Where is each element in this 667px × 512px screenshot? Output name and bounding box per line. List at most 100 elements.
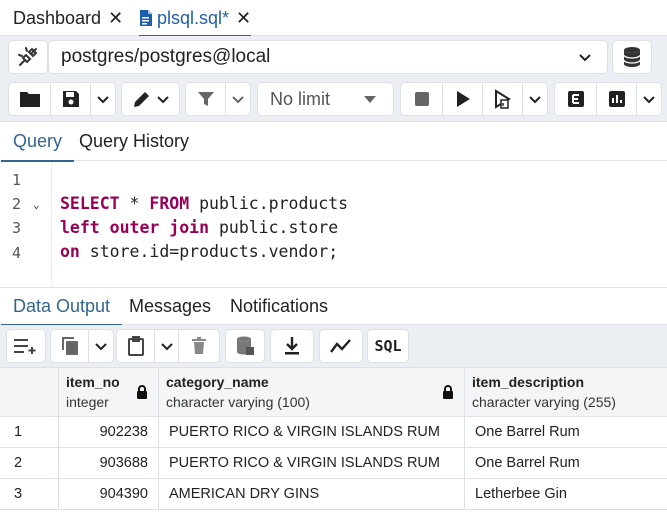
sql-keyword: FROM — [149, 194, 190, 213]
copy-button[interactable] — [51, 330, 89, 362]
tab-plsql[interactable]: plsql.sql* ✕ — [139, 0, 252, 37]
row-number[interactable]: 1 — [0, 417, 59, 448]
lock-icon — [137, 385, 147, 399]
chevron-down-icon — [97, 96, 109, 104]
tab-dashboard[interactable]: Dashboard ✕ — [13, 0, 123, 36]
tab-data-output[interactable]: Data Output — [1, 288, 123, 326]
play-icon — [456, 91, 470, 107]
line-chart-icon — [330, 339, 351, 353]
tab-data-output-label: Data Output — [13, 296, 111, 316]
chevron-down-icon — [95, 343, 107, 351]
trash-icon — [192, 337, 206, 354]
execute-options-dropdown[interactable] — [523, 83, 547, 115]
save-data-group — [225, 329, 265, 363]
paste-button[interactable] — [117, 330, 155, 362]
connection-select[interactable]: postgres/postgres@local — [48, 40, 608, 74]
caret-down-icon — [364, 96, 376, 103]
sql-keyword: left outer join — [60, 218, 210, 237]
execute-script-button[interactable] — [483, 83, 523, 115]
cell-item-no[interactable]: 904390 — [59, 479, 159, 510]
file-icon — [140, 10, 152, 26]
execute-button[interactable] — [443, 83, 483, 115]
sql-text: * — [119, 194, 150, 213]
folder-icon — [19, 92, 40, 107]
cell-item-no[interactable]: 902238 — [59, 417, 159, 448]
line-number: 2 — [12, 195, 22, 213]
explain-options-dropdown[interactable] — [637, 83, 661, 115]
stop-button[interactable] — [401, 83, 443, 115]
cell-category-name[interactable]: PUERTO RICO & VIRGIN ISLANDS RUM — [159, 417, 465, 448]
column-name: category_name — [166, 374, 269, 390]
sql-keyword: SELECT — [60, 194, 120, 213]
tab-notifications[interactable]: Notifications — [218, 288, 340, 325]
connection-bar: postgres/postgres@local — [0, 36, 667, 78]
column-type: character varying (255) — [472, 394, 616, 410]
data-grid: item_no integer category_name character … — [0, 367, 667, 512]
sql-button[interactable]: SQL — [368, 330, 408, 362]
graph-visualiser-button[interactable] — [320, 330, 362, 362]
tab-query-history-label: Query History — [79, 131, 190, 151]
graph-group — [319, 329, 363, 363]
save-options-dropdown[interactable] — [91, 83, 115, 115]
lock-icon — [443, 385, 453, 399]
column-header-item-description[interactable]: item_description character varying (255) — [465, 368, 667, 417]
copy-options-dropdown[interactable] — [89, 330, 113, 362]
clipboard-icon — [127, 336, 144, 356]
cell-item-description[interactable]: One Barrel Rum — [465, 448, 667, 479]
tab-dashboard-label: Dashboard — [13, 7, 102, 28]
cell-item-description[interactable]: One Barrel Rum — [465, 417, 667, 448]
cell-item-description[interactable]: Letherbee Gin — [465, 479, 667, 510]
download-button[interactable] — [271, 330, 313, 362]
sql-editor[interactable]: 1 2 ⌄ 3 4 SELECT * FROM public.products … — [0, 162, 667, 286]
open-file-button[interactable] — [9, 83, 51, 115]
stop-icon — [414, 92, 429, 106]
column-name: item_description — [472, 374, 585, 390]
filter-button[interactable] — [186, 83, 226, 115]
line-number: 1 — [12, 171, 22, 189]
new-connection-button[interactable] — [612, 40, 652, 74]
chevron-down-icon — [643, 96, 655, 104]
explain-button[interactable] — [555, 83, 597, 115]
add-row-icon — [14, 339, 36, 354]
column-header-item-no[interactable]: item_no integer — [59, 368, 159, 417]
tab-plsql-label: plsql.sql* — [157, 7, 230, 28]
filter-group — [185, 82, 251, 116]
sql-text: public.store — [209, 218, 339, 237]
chevron-down-icon — [579, 54, 591, 62]
paste-options-dropdown[interactable] — [155, 330, 179, 362]
column-type: integer — [66, 394, 109, 410]
close-icon[interactable]: ✕ — [108, 9, 123, 27]
column-header-category-name[interactable]: category_name character varying (100) — [159, 368, 465, 417]
tab-query-history[interactable]: Query History — [67, 122, 201, 161]
save-data-changes-button[interactable] — [226, 330, 264, 362]
copy-icon — [61, 337, 78, 355]
delete-row-button[interactable] — [179, 330, 219, 362]
cell-item-no[interactable]: 903688 — [59, 448, 159, 479]
query-tabs: Query Query History — [0, 122, 667, 162]
save-file-button[interactable] — [51, 83, 91, 115]
explain-analyze-button[interactable] — [597, 83, 637, 115]
row-number[interactable]: 2 — [0, 448, 59, 479]
cell-category-name[interactable]: PUERTO RICO & VIRGIN ISLANDS RUM — [159, 448, 465, 479]
fold-chevron-icon[interactable]: ⌄ — [33, 198, 40, 211]
tab-query[interactable]: Query — [1, 122, 75, 162]
chevron-down-icon — [160, 343, 173, 351]
close-icon[interactable]: ✕ — [236, 9, 251, 27]
cell-category-name[interactable]: AMERICAN DRY GINS — [159, 479, 465, 510]
connection-status-button[interactable] — [8, 40, 48, 74]
add-row-group — [6, 329, 46, 363]
sql-keyword: on — [60, 242, 80, 261]
paste-group — [116, 329, 220, 363]
filter-dropdown[interactable] — [226, 83, 250, 115]
query-toolbar: No limit — [0, 78, 667, 122]
limit-select[interactable]: No limit — [257, 82, 394, 116]
download-group — [270, 329, 314, 363]
edit-menu-button[interactable] — [122, 83, 179, 115]
explain-icon — [567, 91, 584, 107]
tab-messages[interactable]: Messages — [117, 288, 223, 325]
save-icon — [62, 91, 79, 107]
column-name: item_no — [66, 374, 120, 390]
row-number[interactable]: 3 — [0, 479, 59, 510]
add-row-button[interactable] — [7, 330, 45, 362]
execute-group — [400, 82, 548, 116]
